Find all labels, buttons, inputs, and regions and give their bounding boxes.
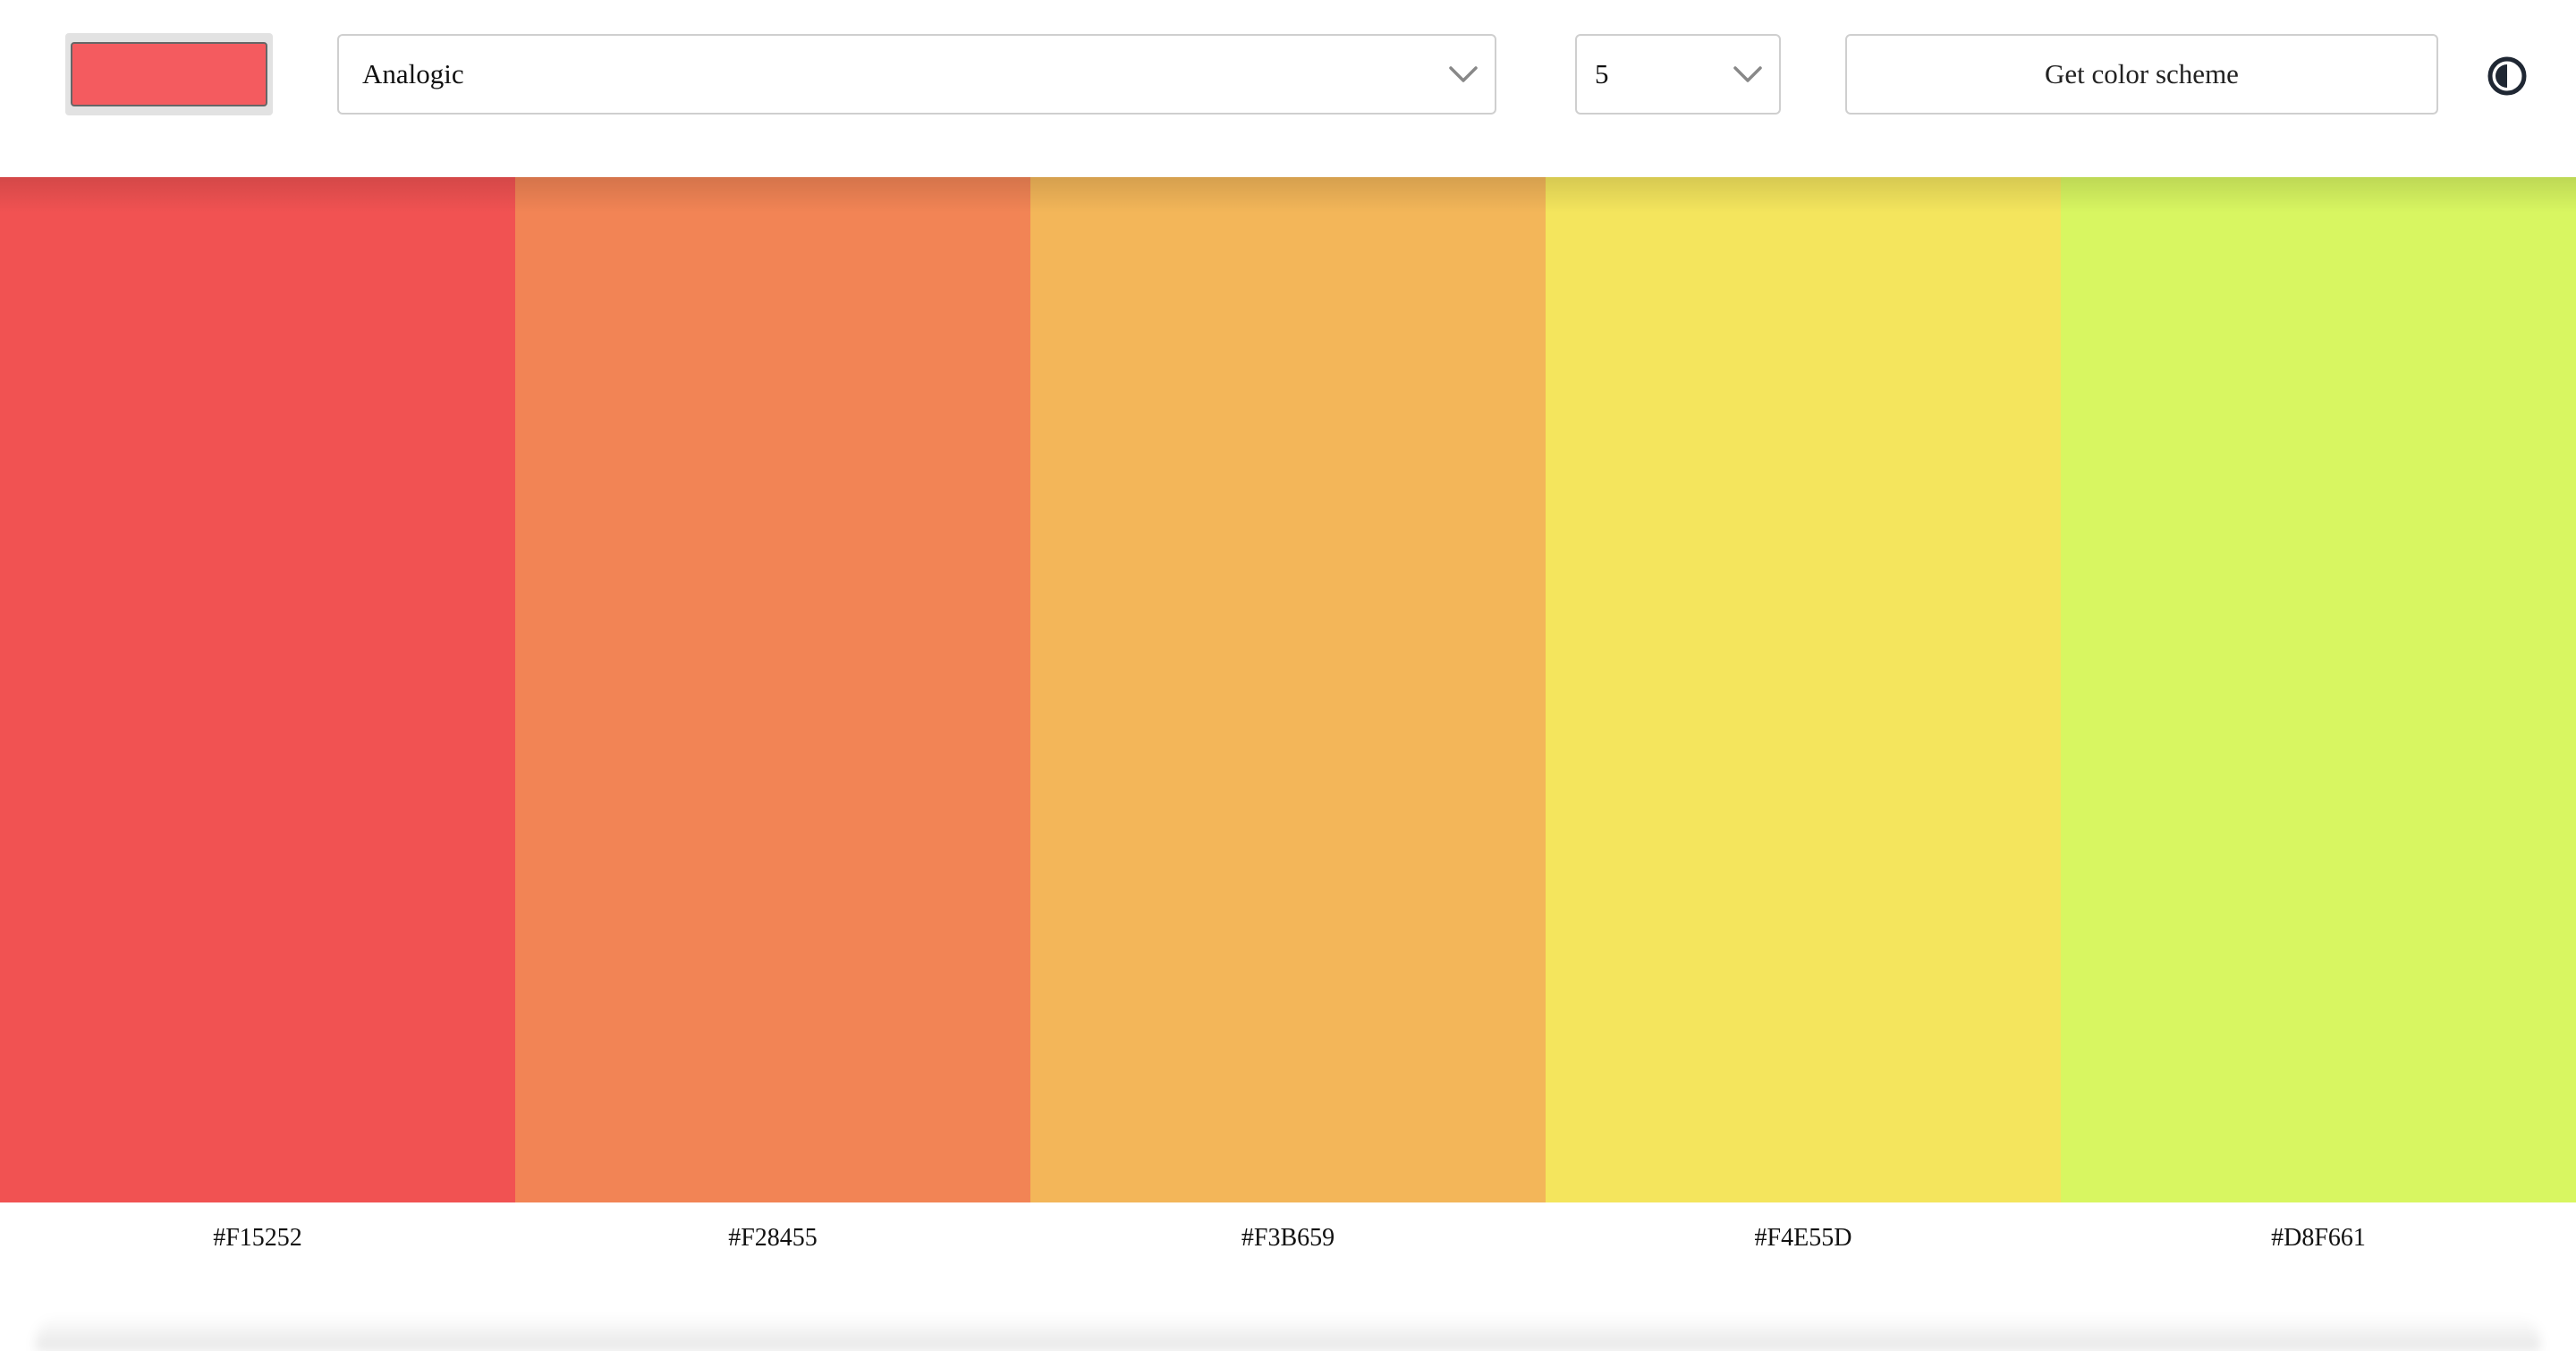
color-count-select[interactable]: 5 — [1575, 34, 1781, 115]
color-swatch[interactable] — [1030, 177, 1546, 1202]
scheme-mode-value: Analogic — [362, 58, 464, 89]
hex-label[interactable]: #F4E55D — [1546, 1202, 2061, 1274]
chevron-down-icon — [1449, 66, 1478, 82]
seed-color-picker[interactable] — [65, 33, 273, 115]
contrast-icon[interactable] — [2487, 56, 2527, 96]
hex-label[interactable]: #F28455 — [515, 1202, 1030, 1274]
color-palette — [0, 177, 2576, 1202]
chevron-down-icon — [1733, 66, 1762, 82]
color-swatch[interactable] — [1546, 177, 2061, 1202]
color-swatch[interactable] — [2061, 177, 2576, 1202]
color-swatch[interactable] — [0, 177, 515, 1202]
header: Analogic 5 Get color scheme — [0, 0, 2576, 177]
hex-label[interactable]: #D8F661 — [2061, 1202, 2576, 1274]
color-count-value: 5 — [1595, 58, 1609, 89]
seed-color-swatch[interactable] — [71, 42, 267, 106]
hex-label[interactable]: #F3B659 — [1030, 1202, 1546, 1274]
hex-label[interactable]: #F15252 — [0, 1202, 515, 1274]
scheme-mode-select[interactable]: Analogic — [337, 34, 1496, 115]
color-swatch[interactable] — [515, 177, 1030, 1202]
footer-shadow — [36, 1315, 2540, 1351]
get-color-scheme-button[interactable]: Get color scheme — [1845, 34, 2438, 115]
hex-labels: #F15252 #F28455 #F3B659 #F4E55D #D8F661 — [0, 1202, 2576, 1274]
